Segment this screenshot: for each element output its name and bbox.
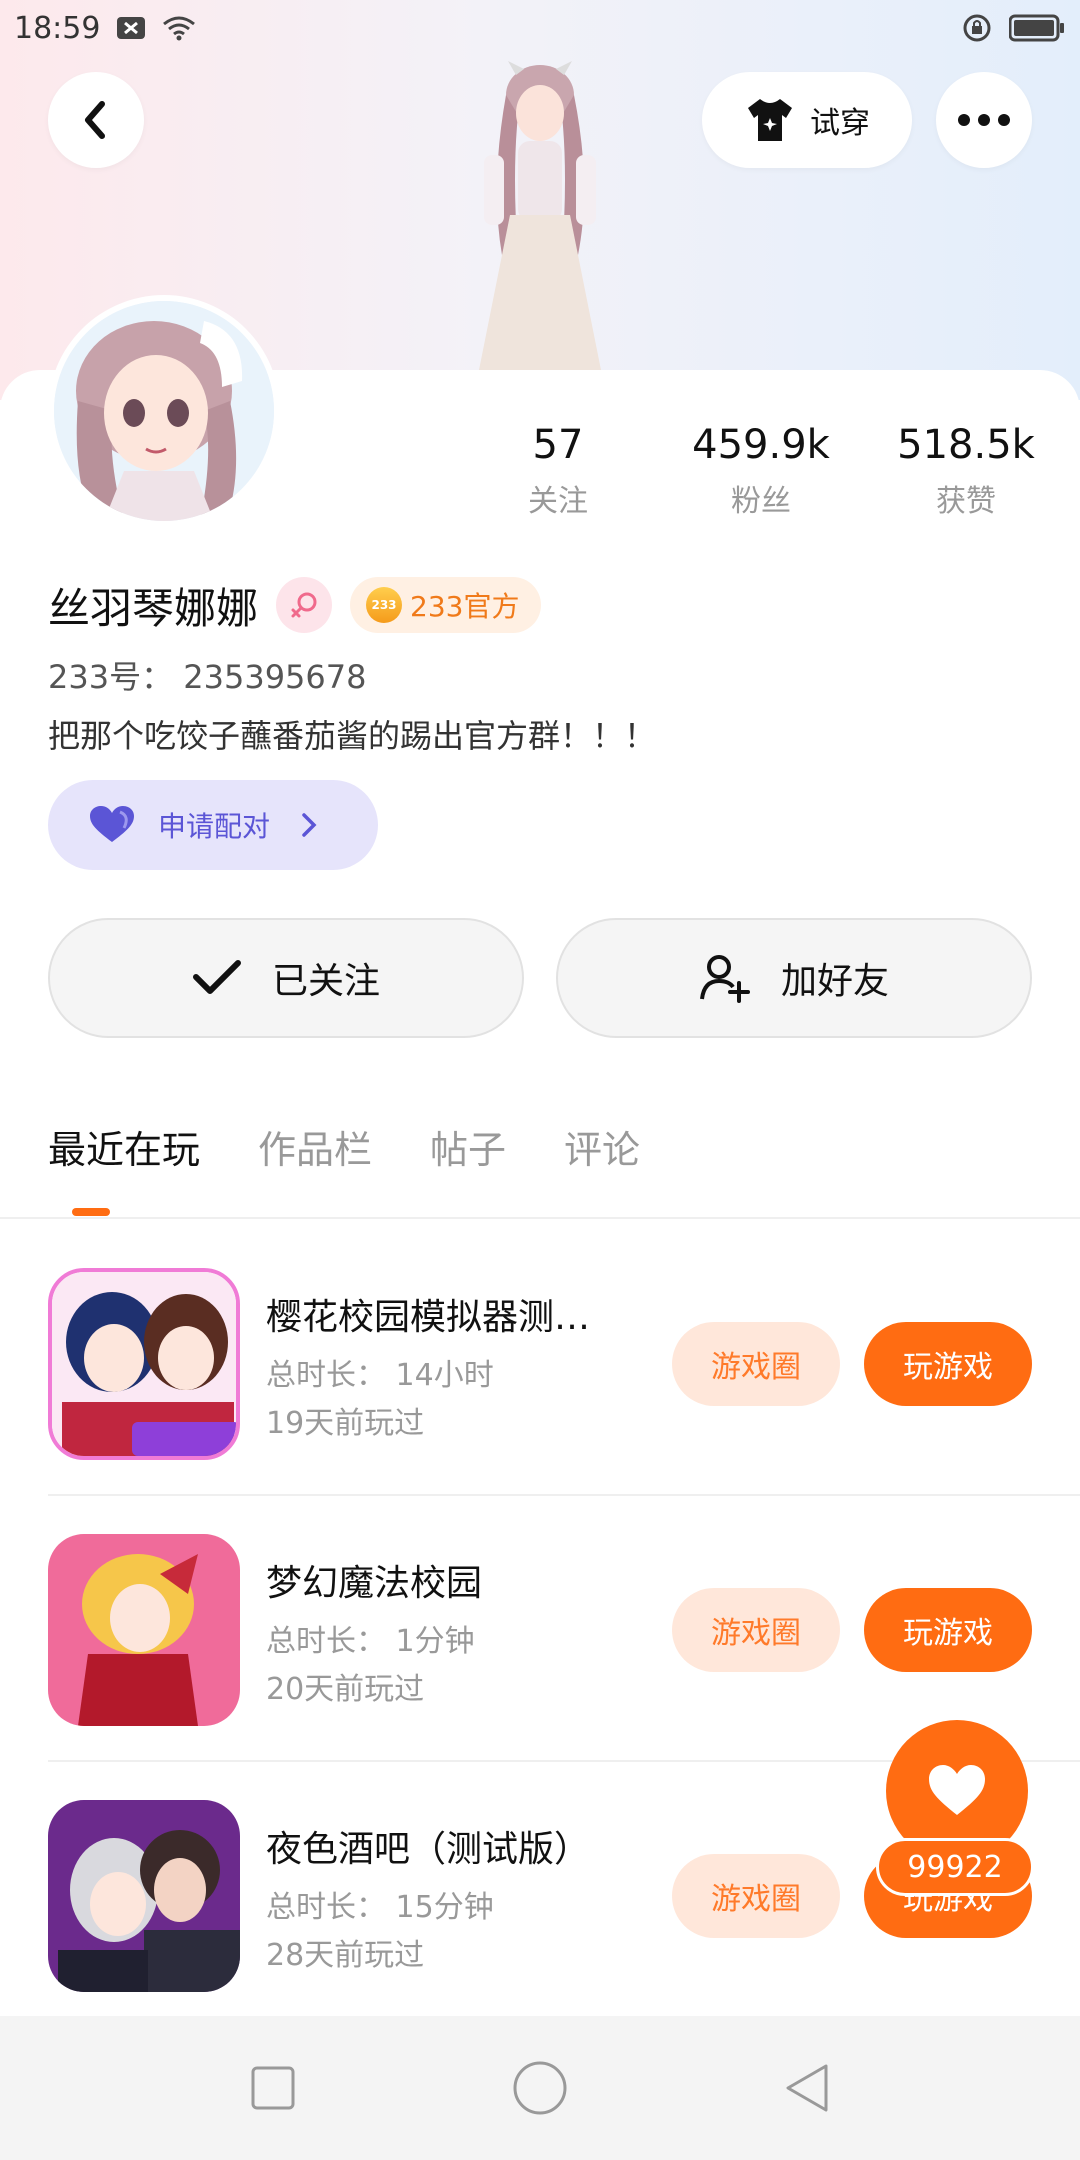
back-button[interactable]	[48, 72, 144, 168]
tab-recently-played[interactable]: 最近在玩	[48, 1120, 200, 1180]
followed-label: 已关注	[271, 961, 380, 1002]
stat-fans-label: 粉丝	[731, 484, 791, 519]
rotation-lock-icon	[960, 13, 994, 43]
stat-likes-value: 518.5k	[897, 422, 1035, 468]
request-pair-label: 申请配对	[158, 810, 271, 843]
more-icon	[958, 114, 1010, 126]
game-title: 梦幻魔法校园	[266, 1563, 483, 1604]
tabs-divider	[0, 1217, 1080, 1219]
game-title: 夜色酒吧（测试版）	[266, 1829, 591, 1870]
game-icon[interactable]	[48, 1800, 240, 1992]
try-on-label: 试穿	[810, 106, 870, 141]
list-item[interactable]: 樱花校园模拟器测… 总时长： 14小时 19天前玩过 游戏圈 玩游戏	[48, 1268, 1032, 1460]
gender-female-icon	[276, 577, 333, 633]
game-duration: 总时长： 1分钟	[266, 1624, 475, 1659]
official-badge-label: 233官方	[410, 590, 520, 623]
tshirt-icon	[748, 99, 792, 141]
tab-comments[interactable]: 评论	[564, 1120, 640, 1180]
stat-likes-label: 获赞	[936, 484, 996, 519]
nav-square-icon	[251, 2066, 295, 2110]
nav-home-button[interactable]	[510, 2058, 570, 2118]
status-bar: 18:59	[0, 0, 1080, 56]
official-coin-icon: 233	[366, 587, 403, 623]
chevron-right-icon	[302, 813, 317, 837]
request-pair-button[interactable]: 申请配对	[48, 780, 378, 870]
back-icon	[85, 101, 105, 139]
game-last-played: 28天前玩过	[266, 1938, 425, 1973]
check-icon	[192, 960, 241, 994]
avatar-3d-figure	[478, 61, 602, 375]
like-count-badge: 99922	[876, 1838, 1034, 1896]
nav-circle-icon	[513, 2061, 567, 2115]
stat-following-label: 关注	[528, 484, 588, 519]
game-circle-button[interactable]: 游戏圈	[672, 1588, 840, 1672]
profile-tabs: 最近在玩 作品栏 帖子 评论	[48, 1120, 640, 1210]
heart-icon	[90, 806, 134, 842]
battery-icon	[1008, 13, 1066, 43]
stat-fans[interactable]: 459.9k 粉丝	[661, 420, 861, 520]
game-icon[interactable]	[48, 1534, 240, 1726]
tab-active-indicator	[72, 1208, 110, 1216]
nav-back-button[interactable]	[777, 2058, 837, 2118]
name-row: 丝羽琴娜娜 233 233官方	[48, 575, 542, 635]
game-last-played: 20天前玩过	[266, 1672, 425, 1707]
avatar-image	[54, 301, 274, 521]
stat-fans-value: 459.9k	[692, 422, 830, 468]
user-id: 233号： 235395678	[48, 658, 367, 696]
nav-back-triangle-icon	[786, 2064, 828, 2112]
game-duration: 总时长： 14小时	[266, 1358, 494, 1393]
game-duration: 总时长： 15分钟	[266, 1890, 494, 1925]
stat-following-value: 57	[532, 422, 584, 468]
list-item[interactable]: 梦幻魔法校园 总时长： 1分钟 20天前玩过 游戏圈 玩游戏	[48, 1534, 1032, 1726]
game-circle-button[interactable]: 游戏圈	[672, 1854, 840, 1938]
add-friend-button[interactable]: 加好友	[556, 918, 1032, 1038]
row-divider	[48, 1494, 1080, 1496]
heart-fab-icon	[929, 1765, 985, 1815]
avatar[interactable]	[48, 295, 280, 527]
followed-button[interactable]: 已关注	[48, 918, 524, 1038]
try-on-button[interactable]: 试穿	[702, 72, 912, 168]
game-title: 樱花校园模拟器测…	[266, 1297, 591, 1338]
status-time: 18:59	[14, 10, 101, 46]
username: 丝羽琴娜娜	[48, 583, 259, 633]
play-game-button[interactable]: 玩游戏	[864, 1588, 1032, 1672]
system-nav-bar	[0, 2016, 1080, 2160]
stat-following[interactable]: 57 关注	[458, 420, 658, 520]
game-circle-button[interactable]: 游戏圈	[672, 1322, 840, 1406]
tab-works[interactable]: 作品栏	[258, 1120, 372, 1180]
notification-icon	[114, 13, 148, 43]
wifi-icon	[162, 13, 196, 43]
play-game-button[interactable]: 玩游戏	[864, 1322, 1032, 1406]
tab-posts[interactable]: 帖子	[430, 1120, 506, 1180]
game-last-played: 19天前玩过	[266, 1406, 425, 1441]
list-item[interactable]: 夜色酒吧（测试版） 总时长： 15分钟 28天前玩过 游戏圈 玩游戏	[48, 1800, 1032, 1992]
nav-recents-button[interactable]	[243, 2058, 303, 2118]
official-badge: 233 233官方	[350, 577, 542, 633]
add-user-icon	[699, 955, 750, 1003]
stat-likes[interactable]: 518.5k 获赞	[866, 420, 1066, 520]
more-button[interactable]	[936, 72, 1032, 168]
user-bio: 把那个吃饺子蘸番茄酱的踢出官方群！！！	[48, 717, 657, 755]
add-friend-label: 加好友	[780, 961, 889, 1002]
game-icon[interactable]	[48, 1268, 240, 1460]
